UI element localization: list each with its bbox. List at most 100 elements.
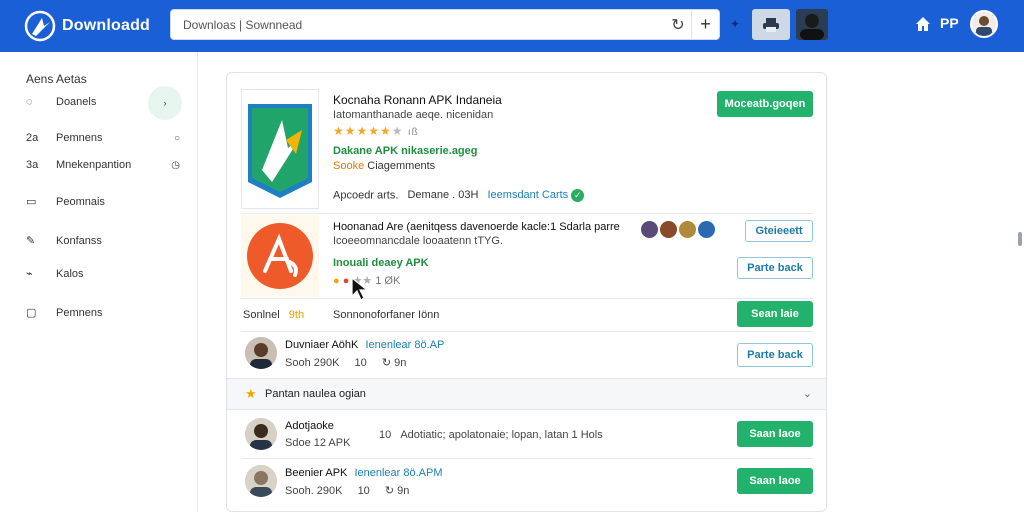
second-app-logo-icon — [247, 223, 313, 289]
list-item-sub: Sdoe 12 APK — [285, 437, 350, 449]
clock-icon: ◷ — [171, 159, 180, 171]
list-item-title[interactable]: Adotjaoke — [285, 420, 334, 432]
home-icon[interactable] — [914, 15, 932, 33]
avatar — [660, 221, 677, 238]
person-icon — [245, 465, 277, 497]
divider — [241, 298, 813, 299]
refresh-icon[interactable]: ↻ — [665, 9, 691, 40]
divider — [241, 213, 813, 214]
list-item-title[interactable]: Beenier APK Ienenlear 8ö.APM — [285, 467, 443, 479]
avatar — [679, 221, 696, 238]
sidebar-item-doanels[interactable]: ◌ Doanels — [26, 96, 186, 108]
add-icon[interactable]: + — [691, 9, 719, 40]
share-icon: ↻ — [384, 485, 395, 497]
options-dropdown[interactable]: ★ Pantan naulea ogian ⌄ — [227, 378, 826, 410]
app-logo-icon — [248, 104, 312, 198]
list-item-size: Sdoe 12 APK — [285, 437, 351, 449]
divider — [241, 331, 813, 332]
sidebar-item-prefix: 3a — [26, 159, 39, 171]
sidebar-item-pemnens-2[interactable]: ▢ Pemnens — [26, 306, 186, 320]
sort-mid-label: Sonnonoforfaner Iönn — [333, 309, 440, 321]
second-app-icon[interactable] — [241, 215, 319, 297]
plus-small-icon[interactable]: ✦ — [730, 17, 740, 31]
sidebar-item-konfanss[interactable]: ✎ Konfanss — [26, 234, 186, 248]
sidebar-item-label: Pemnens — [56, 306, 103, 319]
list-item-title-text: Beenier APK — [285, 467, 348, 479]
divider — [241, 458, 813, 459]
list-item-title[interactable]: Duvniaer AöhK Ienenlear 8ö.AP — [285, 339, 444, 351]
person-icon — [800, 14, 824, 40]
sidebar-item-kalos[interactable]: ⌁ Kalos — [26, 267, 186, 281]
scrollbar-thumb[interactable] — [1018, 232, 1022, 246]
box-icon: ▢ — [26, 307, 37, 319]
second-app-subtitle: Icoeeomnancdale looaatenn tTYG. — [333, 235, 504, 247]
list-item-details: 10 Adotiatic; apolatonaie; lopan, latan … — [379, 429, 603, 441]
second-green-line: Inouali deaey APK — [333, 257, 429, 269]
share-icon: ↻ — [381, 357, 392, 369]
second-action-button[interactable]: Gteieeett — [745, 220, 813, 242]
list-item-sub: Sooh. 290K 10 ↻ 9n — [285, 484, 409, 497]
sidebar-item-pemnens[interactable]: 2a Pemnens ○ — [26, 132, 186, 144]
info-icon: ○ — [173, 132, 180, 144]
avatar — [641, 221, 658, 238]
list-item-button[interactable]: Saan laoe — [737, 421, 813, 447]
folder-icon: ▭ — [26, 196, 37, 208]
sidebar-item-label: Konfanss — [56, 234, 102, 247]
user-avatar[interactable] — [970, 10, 998, 38]
list-item-extra: 9n — [394, 357, 407, 369]
pen-icon: ✎ — [26, 235, 36, 247]
list-item-title-link[interactable]: Ienenlear 8ö.APM — [354, 467, 442, 479]
featured-orange-tag: Sooke — [333, 160, 365, 172]
profile-thumbnail[interactable] — [796, 9, 828, 40]
brand-name: Downloadd — [62, 17, 151, 34]
sidebar-item-label: Peomnais — [56, 195, 105, 208]
app-list-card: Kocnaha Ronann APK Indaneia Iatomanthana… — [226, 72, 827, 512]
sort-left-label: Sonlnel — [243, 309, 280, 321]
dropdown-label: Pantan naulea ogian — [265, 388, 366, 400]
list-item-size: Sooh. 290K — [285, 485, 343, 497]
printer-icon — [763, 17, 779, 32]
featured-app-title[interactable]: Kocnaha Ronann APK Indaneia — [333, 93, 502, 107]
mouse-cursor-icon — [351, 276, 369, 301]
list-item-button[interactable]: Parte back — [737, 343, 813, 367]
avatar — [698, 221, 715, 238]
user-initials[interactable]: PP — [940, 15, 959, 31]
second-back-button[interactable]: Parte back — [737, 257, 813, 279]
verified-icon: ✓ — [571, 189, 585, 202]
brand[interactable]: Downloadd — [24, 10, 150, 42]
search-bar[interactable]: Downloas | Sownnead ↻ + — [170, 9, 720, 40]
featured-meta-link[interactable]: Ieemsdant Carts — [487, 189, 568, 201]
search-input[interactable]: Downloas | Sownnead — [171, 18, 665, 32]
list-item-title-text: Duvniaer AöhK — [285, 339, 359, 351]
sidebar-item-prefix: 2a — [26, 132, 39, 144]
chevron-down-icon[interactable]: ⌄ — [803, 387, 812, 400]
featured-app-icon[interactable] — [241, 89, 319, 209]
sidebar-item-mnekenpantion[interactable]: 3a Mnekenpantion ◷ — [26, 159, 186, 171]
featured-meta-left: Apcoedr arts. — [333, 189, 399, 202]
list-item-size: Sooh 290K — [285, 357, 340, 369]
sort-row-button[interactable]: Sean laie — [737, 301, 813, 327]
featured-green-line: Dakane APK nikaserie.ageg — [333, 145, 478, 157]
second-app-title[interactable]: Hoonanad Are (aenitqess davenoerde kacle… — [333, 221, 620, 233]
list-item-extra: 9n — [397, 485, 410, 497]
list-item-count: 10 — [379, 429, 392, 441]
list-item-avatar — [245, 465, 277, 497]
featured-download-button[interactable]: Moceatb.goqen — [717, 91, 813, 117]
featured-rating: ★★★★★★ ıß — [333, 124, 419, 138]
user-avatar-icon — [972, 12, 996, 36]
list-item-sub: Sooh 290K 10 ↻ 9n — [285, 356, 406, 369]
sidebar-item-peomnais[interactable]: ▭ Peomnais — [26, 195, 186, 209]
list-item-title-link[interactable]: Ienenlear 8ö.AP — [365, 339, 444, 351]
list-item-avatar — [245, 418, 277, 450]
featured-rating-tail: ıß — [407, 127, 419, 138]
featured-meta: Apcoedr arts. Demane . 03H Ieemsdant Car… — [333, 189, 585, 202]
list-item-avatar — [245, 337, 277, 369]
coin-icon: ● — [333, 275, 340, 287]
second-rating-tail: 1 ØK — [375, 275, 401, 287]
badge-icon: ● — [342, 275, 350, 287]
brand-logo-icon — [24, 10, 56, 42]
list-item-button[interactable]: Saan laoe — [737, 468, 813, 494]
list-item-extra: Adotiatic; apolatonaie; lopan, latan 1 H… — [400, 429, 603, 441]
sidebar-item-label: Pemnens — [56, 132, 103, 144]
print-button[interactable] — [752, 9, 790, 40]
